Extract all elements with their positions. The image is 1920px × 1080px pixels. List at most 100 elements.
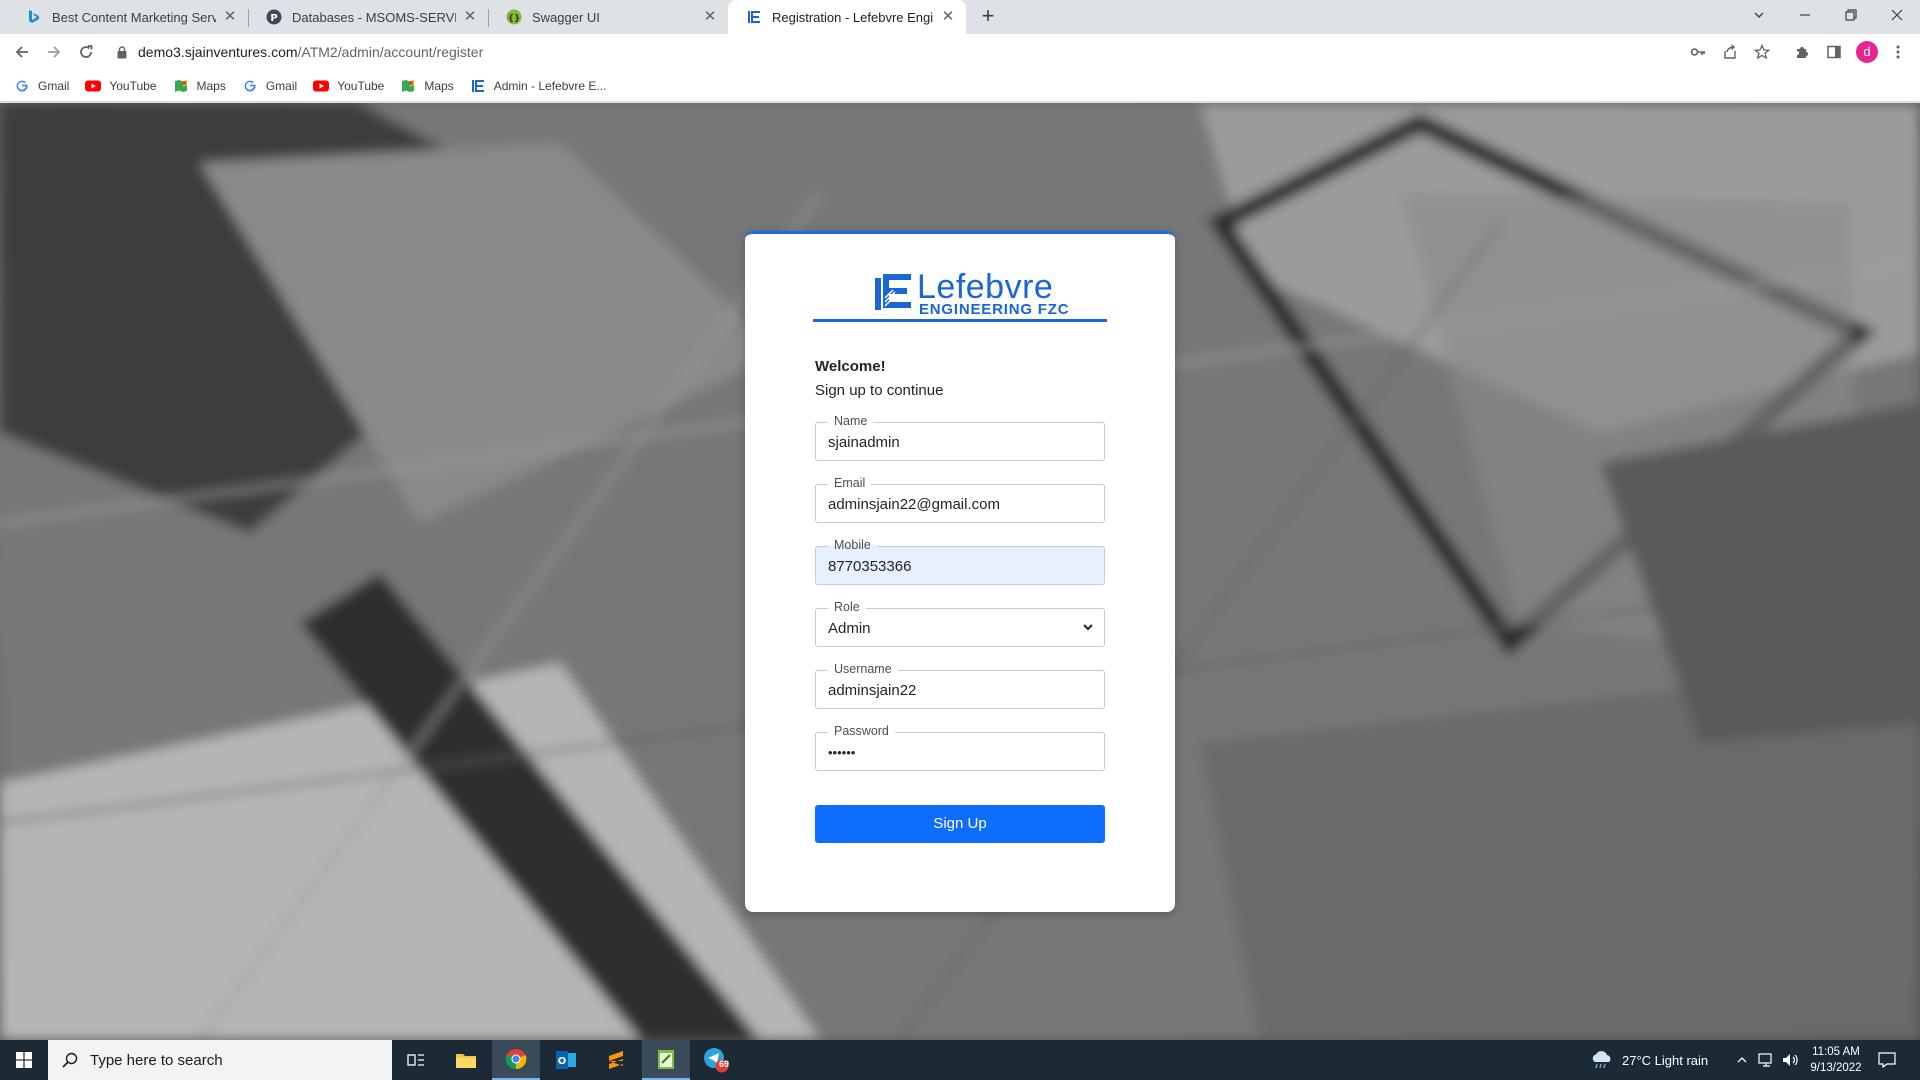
bookmark-gmail[interactable]: Gmail <box>14 78 69 94</box>
key-icon[interactable] <box>1688 42 1708 62</box>
username-label: Username <box>828 662 898 676</box>
welcome-heading: Welcome! <box>815 358 886 375</box>
forward-icon[interactable] <box>40 38 68 66</box>
bookmark-admin-lefebvre[interactable]: Admin - Lefebvre E... <box>470 78 607 94</box>
role-label: Role <box>828 600 866 614</box>
menu-icon[interactable] <box>1888 42 1908 62</box>
bookmark-maps[interactable]: Maps <box>173 78 226 94</box>
bookmark-label: YouTube <box>109 78 157 93</box>
close-icon[interactable]: ✕ <box>702 9 718 25</box>
maps-icon <box>400 78 416 94</box>
back-icon[interactable] <box>8 38 36 66</box>
weather-widget[interactable]: 27°C Light rain <box>1590 1040 1708 1080</box>
browser-toolbar: demo3.sjainventures.com/ATM2/admin/accou… <box>0 34 1920 70</box>
new-tab-button[interactable]: + <box>976 5 1000 29</box>
maps-icon <box>173 78 189 94</box>
youtube-icon <box>313 78 330 94</box>
tab-title: Databases - MSOMS-SERVER <box>292 9 456 25</box>
bookmark-maps[interactable]: Maps <box>400 78 454 94</box>
rain-cloud-icon <box>1592 1051 1611 1069</box>
email-field[interactable]: Email adminsjain22@gmail.com <box>815 476 1105 523</box>
password-field[interactable]: Password •••••• <box>815 724 1105 771</box>
url-host: demo3.sjainventures.com <box>138 44 298 60</box>
youtube-icon <box>85 78 102 94</box>
svg-text:P: P <box>270 13 277 24</box>
tab-registration[interactable]: Registration - Lefebvre Engineer ✕ <box>728 0 966 34</box>
profile-avatar[interactable]: d <box>1856 41 1878 63</box>
google-icon <box>14 78 30 94</box>
tab-title: Best Content Marketing Services <box>52 9 216 25</box>
logo-subtitle: ENGINEERING FZC <box>919 301 1070 318</box>
lefebvre-icon <box>746 9 762 25</box>
google-icon <box>242 78 258 94</box>
mobile-field[interactable]: Mobile 8770353366 <box>815 538 1105 585</box>
sublime-text-icon[interactable] <box>592 1040 640 1080</box>
mobile-value: 8770353366 <box>828 558 912 575</box>
volume-icon[interactable] <box>1782 1040 1800 1080</box>
bookmark-youtube[interactable]: YouTube <box>85 78 157 94</box>
close-window-icon[interactable] <box>1874 0 1920 30</box>
show-hidden-icons[interactable] <box>1736 1040 1748 1080</box>
lock-icon[interactable] <box>114 44 130 60</box>
tab-title: Registration - Lefebvre Engineer <box>772 9 934 25</box>
name-label: Name <box>828 414 874 428</box>
windows-start-icon[interactable] <box>0 1040 48 1080</box>
clock-date: 9/13/2022 <box>1810 1062 1862 1074</box>
bookmarks-bar: Gmail YouTube Maps Gmail YouTube Maps Ad… <box>0 70 1920 102</box>
close-icon[interactable]: ✕ <box>222 9 238 25</box>
name-field[interactable]: Name sjainadmin <box>815 414 1105 461</box>
search-icon <box>60 1050 80 1070</box>
bookmark-label: Gmail <box>265 78 298 93</box>
url-path: /ATM2/admin/account/register <box>297 44 484 60</box>
share-icon[interactable] <box>1720 42 1740 62</box>
mobile-label: Mobile <box>828 538 877 552</box>
tab-title: Swagger UI <box>532 9 600 25</box>
password-value: •••••• <box>828 745 856 760</box>
system-clock[interactable]: 11:05 AM 9/13/2022 <box>1800 1044 1872 1076</box>
lefebvre-icon <box>470 78 486 94</box>
company-logo: Lefebvre ENGINEERING FZC <box>813 268 1107 322</box>
tab-swagger[interactable]: {} Swagger UI ✕ <box>488 0 728 34</box>
tab-search-icon[interactable] <box>1736 0 1782 30</box>
chrome-icon[interactable] <box>492 1040 540 1080</box>
password-label: Password <box>828 724 895 738</box>
bing-icon <box>26 9 42 25</box>
tab-bing[interactable]: Best Content Marketing Services ✕ <box>8 0 248 34</box>
svg-text:O: O <box>558 1056 567 1067</box>
lefebvre-logo-icon <box>875 274 911 310</box>
restore-icon[interactable] <box>1828 0 1874 30</box>
username-field[interactable]: Username adminsjain22 <box>815 662 1105 709</box>
bookmark-label: Admin - Lefebvre E... <box>493 78 607 93</box>
address-bar[interactable]: demo3.sjainventures.com/ATM2/admin/accou… <box>108 37 1710 67</box>
outlook-icon[interactable]: O <box>542 1040 590 1080</box>
role-select[interactable]: Role Admin <box>815 600 1105 647</box>
bookmark-label: Maps <box>424 78 454 93</box>
close-icon[interactable]: ✕ <box>940 9 956 25</box>
taskbar-search[interactable]: Type here to search <box>48 1040 392 1080</box>
sign-up-button[interactable]: Sign Up <box>815 805 1105 843</box>
windows-taskbar: Type here to search O 69 27°C Light rain <box>0 1040 1920 1080</box>
notification-badge: 69 <box>718 1059 729 1069</box>
tab-pgadmin[interactable]: P Databases - MSOMS-SERVER ✕ <box>248 0 488 34</box>
bookmark-youtube[interactable]: YouTube <box>313 78 384 94</box>
registration-card: Lefebvre ENGINEERING FZC Welcome! Sign u… <box>745 231 1175 912</box>
notepad-icon[interactable] <box>642 1040 690 1080</box>
star-icon[interactable] <box>1752 42 1772 62</box>
file-explorer-icon[interactable] <box>442 1040 490 1080</box>
close-icon[interactable]: ✕ <box>462 9 478 25</box>
reload-icon[interactable] <box>72 38 100 66</box>
network-icon[interactable] <box>1758 1040 1776 1080</box>
task-view-icon[interactable] <box>392 1040 440 1080</box>
role-value: Admin <box>828 620 871 637</box>
minimize-icon[interactable] <box>1782 0 1828 30</box>
name-value: sjainadmin <box>828 434 900 451</box>
swagger-icon: {} <box>506 9 522 25</box>
chevron-down-icon <box>1083 624 1093 631</box>
extensions-icon[interactable] <box>1792 42 1812 62</box>
bookmark-gmail[interactable]: Gmail <box>242 78 297 94</box>
telegram-icon[interactable]: 69 <box>692 1040 740 1080</box>
side-panel-icon[interactable] <box>1824 42 1844 62</box>
page-background: Lefebvre ENGINEERING FZC Welcome! Sign u… <box>0 103 1920 1040</box>
notifications-icon[interactable] <box>1878 1040 1896 1080</box>
weather-text: 27°C Light rain <box>1622 1052 1709 1068</box>
